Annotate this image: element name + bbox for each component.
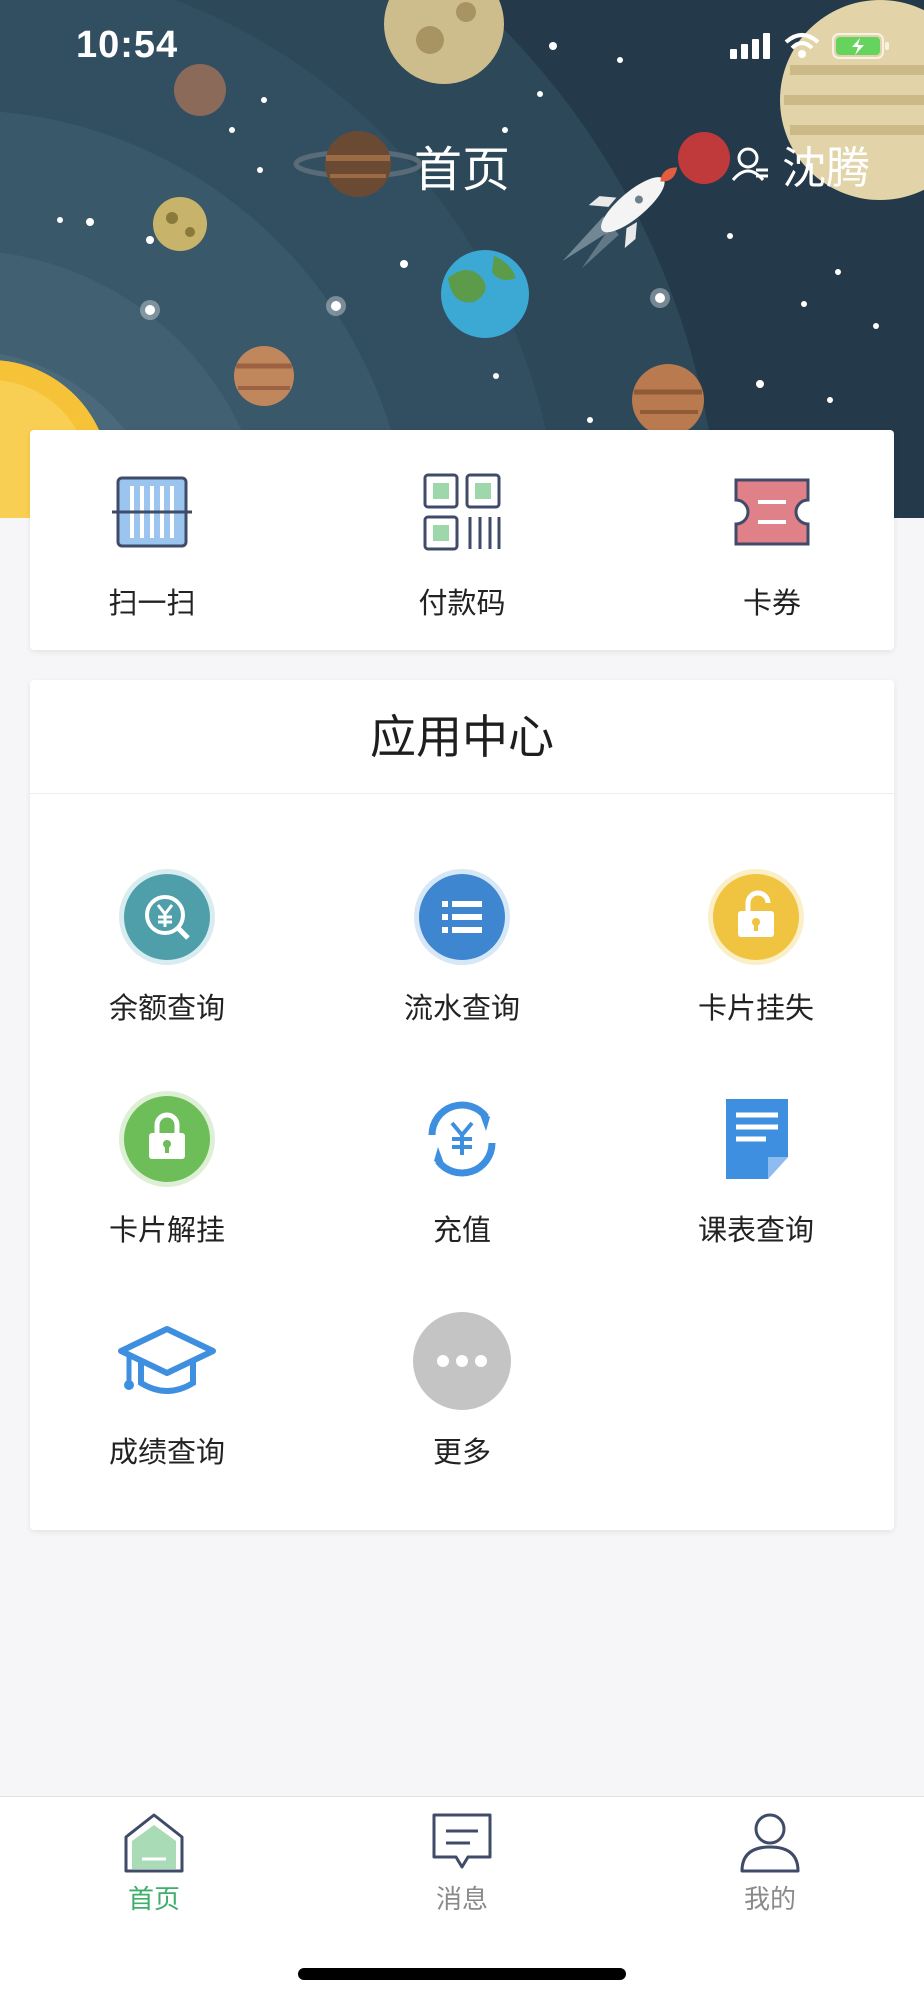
tab-profile[interactable]: 我的 bbox=[670, 1811, 870, 1921]
timetable-icon bbox=[726, 1099, 788, 1179]
user-account-button[interactable]: 沈腾 bbox=[730, 132, 870, 196]
status-icons bbox=[730, 32, 890, 60]
app-more[interactable]: 更多 bbox=[342, 1311, 582, 1491]
app-label: 更多 bbox=[432, 1435, 491, 1469]
user-icon bbox=[731, 147, 768, 181]
payment-code-label: 付款码 bbox=[418, 586, 506, 620]
quick-actions-card: 扫一扫 付款码 卡券 bbox=[30, 430, 894, 650]
app-label: 余额查询 bbox=[108, 991, 225, 1025]
profile-icon bbox=[740, 1813, 800, 1873]
status-bar: 10:54 bbox=[0, 0, 924, 100]
grades-icon bbox=[118, 1326, 216, 1394]
ticket-button[interactable]: 卡券 bbox=[672, 430, 872, 650]
home-indicator bbox=[298, 1968, 626, 1980]
ticket-icon bbox=[734, 478, 810, 546]
tab-messages[interactable]: 消息 bbox=[362, 1811, 562, 1921]
recharge-icon bbox=[428, 1101, 496, 1177]
scan-label: 扫一扫 bbox=[108, 586, 196, 620]
app-label: 卡片解挂 bbox=[108, 1213, 225, 1247]
app-center-title: 应用中心 bbox=[30, 680, 894, 794]
card-unlock-icon bbox=[119, 1091, 215, 1187]
app-center-card: 应用中心 余额查询 流水查询 卡片挂失 卡片解挂 充值 课表查询 成绩查询 更多 bbox=[30, 680, 894, 1530]
scan-button[interactable]: 扫一扫 bbox=[52, 430, 252, 650]
tab-label: 首页 bbox=[127, 1885, 180, 1915]
more-icon bbox=[413, 1312, 511, 1410]
app-balance-query[interactable]: 余额查询 bbox=[47, 867, 287, 1047]
user-name: 沈腾 bbox=[782, 143, 870, 194]
tab-home[interactable]: 首页 bbox=[54, 1811, 254, 1921]
navigation-bar: 首页 沈腾 bbox=[0, 120, 924, 200]
app-label: 课表查询 bbox=[697, 1213, 814, 1247]
payment-code-button[interactable]: 付款码 bbox=[362, 430, 562, 650]
scan-icon bbox=[112, 476, 192, 548]
ticket-label: 卡券 bbox=[742, 586, 801, 620]
app-recharge[interactable]: 充值 bbox=[342, 1089, 582, 1269]
tab-label: 消息 bbox=[435, 1885, 488, 1915]
app-card-lock[interactable]: 卡片挂失 bbox=[636, 867, 876, 1047]
home-icon bbox=[124, 1813, 184, 1873]
balance-query-icon bbox=[119, 869, 215, 965]
wifi-icon bbox=[784, 33, 820, 58]
app-label: 流水查询 bbox=[403, 991, 520, 1025]
app-transaction-query[interactable]: 流水查询 bbox=[342, 867, 582, 1047]
payment-code-icon bbox=[423, 473, 501, 551]
app-label: 卡片挂失 bbox=[697, 991, 814, 1025]
app-label: 成绩查询 bbox=[108, 1435, 225, 1469]
status-time: 10:54 bbox=[76, 24, 179, 66]
message-icon bbox=[432, 1813, 492, 1869]
app-label: 充值 bbox=[432, 1213, 491, 1247]
battery-icon bbox=[832, 33, 889, 59]
signal-icon bbox=[730, 33, 770, 59]
tab-label: 我的 bbox=[743, 1885, 796, 1915]
card-lock-icon bbox=[708, 869, 804, 965]
app-grades-query[interactable]: 成绩查询 bbox=[47, 1311, 287, 1491]
app-card-unlock[interactable]: 卡片解挂 bbox=[47, 1089, 287, 1269]
app-timetable-query[interactable]: 课表查询 bbox=[636, 1089, 876, 1269]
transaction-list-icon bbox=[414, 869, 510, 965]
